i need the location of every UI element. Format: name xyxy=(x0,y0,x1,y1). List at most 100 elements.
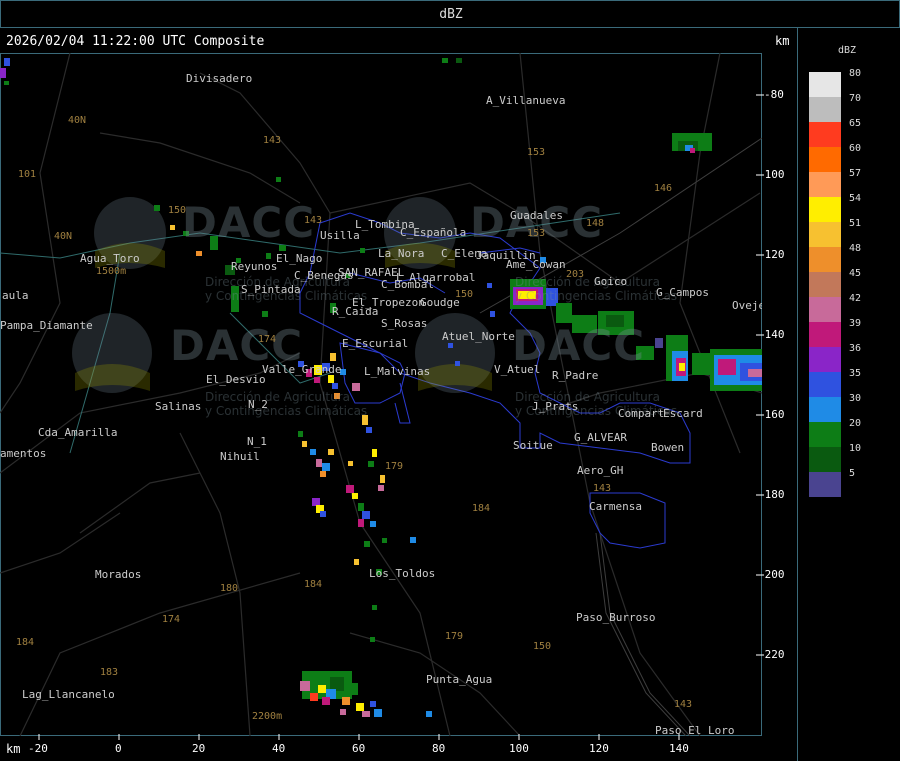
contour-label: 148 xyxy=(586,218,605,229)
legend-row: 20 xyxy=(809,418,861,447)
title-bar: dBZ xyxy=(0,0,900,28)
y-tick-label: -160 xyxy=(758,408,785,421)
contour-label: 143 xyxy=(593,483,612,494)
legend-row: 45 xyxy=(809,268,861,297)
x-tick-label: 100 xyxy=(509,742,529,755)
radar-map[interactable]: DACC DACC DACC DACC Dirección de Agricul… xyxy=(0,53,762,736)
legend-swatch xyxy=(809,422,841,447)
place-label: Divisadero xyxy=(186,72,253,85)
place-label: S_Rosas xyxy=(381,317,428,330)
place-label: V_Atuel xyxy=(494,363,541,376)
place-label: N_1 xyxy=(247,435,267,448)
place-label: Goudge xyxy=(420,296,460,309)
place-label: N_2 xyxy=(248,398,268,411)
place-label: Compart xyxy=(618,407,665,420)
place-label: C_Española xyxy=(400,226,467,239)
legend-label: 54 xyxy=(849,193,862,204)
watermark-line2: y Contingencias Climáticas xyxy=(205,404,368,418)
panel-divider xyxy=(797,28,798,761)
place-label: Escard xyxy=(663,407,703,420)
y-tick-label: -180 xyxy=(758,488,785,501)
place-label: Soitue xyxy=(513,439,553,452)
legend-swatch xyxy=(809,172,841,197)
x-tick-label: 20 xyxy=(192,742,206,755)
legend-row: 65 xyxy=(809,118,861,147)
legend-label: 45 xyxy=(849,268,862,279)
legend-row: 48 xyxy=(809,243,861,272)
place-label: Morados xyxy=(95,568,142,581)
timestamp-label: 2026/02/04 11:22:00 UTC Composite xyxy=(6,34,265,49)
contour-label: 150 xyxy=(533,641,552,652)
contour-label: 101 xyxy=(18,169,37,180)
legend-swatch xyxy=(809,72,841,97)
legend-label: 20 xyxy=(849,418,862,429)
legend-swatch xyxy=(809,322,841,347)
contour-label: 203 xyxy=(566,269,585,280)
contour-label: 180 xyxy=(220,583,239,594)
place-label: Goico xyxy=(594,275,628,288)
contour-label: 184 xyxy=(472,503,491,514)
place-label: Reyunos xyxy=(231,260,278,273)
legend-label: 42 xyxy=(849,293,862,304)
contour-label: 179 xyxy=(385,461,404,472)
legend-row: 10 xyxy=(809,443,861,472)
contour-label: 184 xyxy=(16,637,35,648)
contour-label: 174 xyxy=(258,334,277,345)
place-label: R_Padre xyxy=(552,369,599,382)
legend-swatch xyxy=(809,97,841,122)
legend-row: 57 xyxy=(809,168,861,197)
place-label: Bowen xyxy=(651,441,685,454)
place-label: Pampa_Diamante xyxy=(0,319,93,332)
x-unit-label: km xyxy=(6,742,21,756)
place-label: R_Caida xyxy=(332,305,379,318)
x-tick-label: 60 xyxy=(352,742,366,755)
place-label: El_Desvio xyxy=(206,373,266,386)
legend-label: 51 xyxy=(849,218,862,229)
x-tick-label: 80 xyxy=(432,742,446,755)
place-label: Punta_Agua xyxy=(426,673,493,686)
place-label: E_Escurial xyxy=(342,337,409,350)
legend-row: 70 xyxy=(809,93,861,122)
place-label: G_Campos xyxy=(656,286,709,299)
legend-swatch xyxy=(809,122,841,147)
place-label: Cda_Amarilla xyxy=(38,426,118,439)
legend-row: 5 xyxy=(809,468,855,497)
legend-swatch xyxy=(809,197,841,222)
place-label: A_Villanueva xyxy=(486,94,566,107)
legend-row: 35 xyxy=(809,368,861,397)
legend-label: 57 xyxy=(849,168,862,179)
contour-label: 174 xyxy=(162,614,181,625)
contour-label: 143 xyxy=(263,135,282,146)
place-label: Atuel_Norte xyxy=(442,330,515,343)
place-label: aula xyxy=(2,289,29,302)
place-label: Salinas xyxy=(155,400,202,413)
y-tick-label: -120 xyxy=(758,248,785,261)
place-label: Ame_Cowan xyxy=(506,258,566,271)
y-tick-label: -220 xyxy=(758,648,785,661)
legend-swatch xyxy=(809,247,841,272)
contour-label: 2200m xyxy=(252,711,283,722)
contour-label: 143 xyxy=(304,215,323,226)
legend-swatch xyxy=(809,372,841,397)
legend-swatch xyxy=(809,397,841,422)
watermark-line1: Dirección de Agricultura xyxy=(205,390,350,404)
legend-label: 35 xyxy=(849,368,862,379)
x-tick-label: 0 xyxy=(115,742,122,755)
place-label: Paso_Burroso xyxy=(576,611,656,624)
contour-label: 150 xyxy=(168,205,187,216)
watermark-line2: y Contingencias Climáticas xyxy=(515,289,678,303)
legend-swatch xyxy=(809,222,841,247)
legend-row: 39 xyxy=(809,318,861,347)
place-label: Carmensa xyxy=(589,500,642,513)
contour-label: 40N xyxy=(68,115,87,126)
place-label: amentos xyxy=(0,447,47,460)
place-label: G_ALVEAR xyxy=(574,431,627,444)
legend-label: 39 xyxy=(849,318,862,329)
legend-label: 65 xyxy=(849,118,862,129)
title-label: dBZ xyxy=(439,7,463,22)
contour-label: 179 xyxy=(445,631,464,642)
legend-row: 54 xyxy=(809,193,861,222)
contour-label: 146 xyxy=(654,183,673,194)
y-tick-label: -140 xyxy=(758,328,785,341)
legend-title: dBZ xyxy=(838,45,857,56)
